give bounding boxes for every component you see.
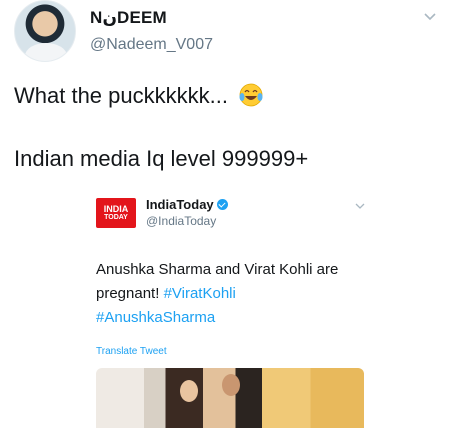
logo-text-top: INDIA [103,204,129,214]
embedded-tweet[interactable]: INDIA TODAY IndiaToday @IndiaToday Anush… [96,186,376,428]
tweet-text-1: What the puckkkkkk... [14,83,228,108]
photo-person-2 [222,374,240,396]
translate-tweet-link[interactable]: Translate Tweet [96,346,167,357]
tweet-photo[interactable] [96,368,364,428]
logo-text-bottom: TODAY [104,214,128,221]
user-name[interactable]: NنDEEM [90,8,167,28]
user-handle[interactable]: @Nadeem_V007 [90,36,213,54]
verified-badge-icon [216,199,228,210]
tweet-text-line-1: What the puckkkkkk... [14,82,264,109]
avatar-shirt [25,43,67,61]
embedded-tweet-text: Anushka Sharma and Virat Kohli are pregn… [96,258,366,330]
avatar[interactable] [14,0,76,62]
photo-person-1 [180,380,198,402]
hashtag-viratkohli[interactable]: #ViratKohli [164,285,236,302]
embedded-user-name-text: IndiaToday [146,197,214,212]
embedded-chevron-down-icon[interactable] [354,200,366,212]
hashtag-anushkasharma[interactable]: #AnushkaSharma [96,309,215,326]
embedded-user-handle[interactable]: @IndiaToday [146,214,216,228]
laughing-crying-emoji-icon [239,83,263,107]
embedded-user-name[interactable]: IndiaToday [146,197,228,212]
chevron-down-icon[interactable] [422,8,438,24]
tweet-text-line-2: Indian media Iq level 999999+ [14,146,309,171]
india-today-logo[interactable]: INDIA TODAY [96,198,136,228]
